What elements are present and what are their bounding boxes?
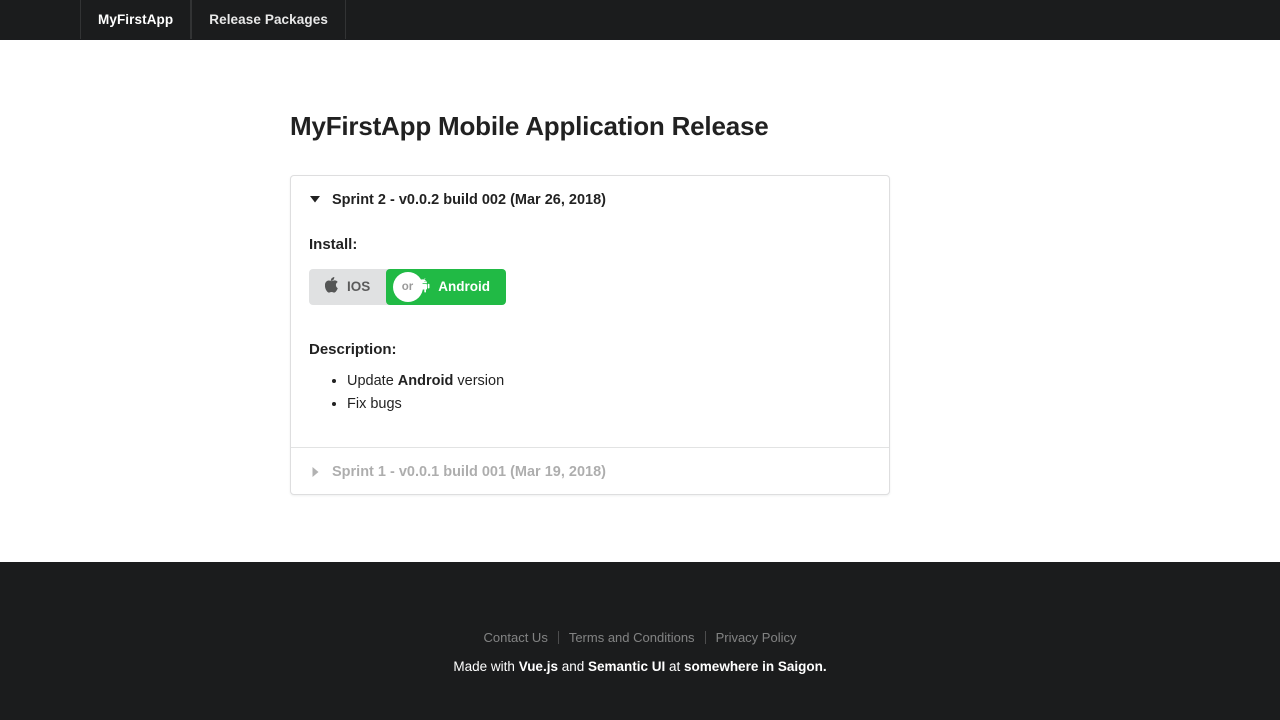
caret-down-icon — [309, 196, 321, 203]
ios-download-button-label: IOS — [347, 278, 371, 294]
nav-item-release-packages-label: Release Packages — [209, 12, 328, 27]
list-item-strong: Android — [397, 372, 454, 389]
footer-credit-mid: and — [557, 659, 588, 674]
accordion-section-sprint-2: Sprint 2 - v0.0.2 build 002 (Mar 26, 201… — [291, 176, 889, 448]
android-download-button[interactable]: Android — [386, 268, 507, 305]
description-list: Update Android version Fix bugs — [309, 370, 871, 418]
or-button-group: IOS Android or — [309, 268, 507, 305]
apple-icon — [324, 277, 339, 296]
footer-credit-mid2: at — [665, 659, 685, 674]
footer-link-contact-us[interactable]: Contact Us — [484, 630, 558, 645]
accordion-title-sprint-2[interactable]: Sprint 2 - v0.0.2 build 002 (Mar 26, 201… — [291, 176, 889, 222]
install-button-row: IOS Android or — [309, 268, 871, 305]
android-icon — [416, 277, 430, 296]
accordion-content-sprint-2: Install: IOS Android or Description: • U… — [291, 236, 889, 448]
footer-credit-prefix: Made with — [453, 659, 519, 674]
content-container: MyFirstApp Mobile Application Release Sp… — [290, 110, 890, 496]
page-footer: Contact Us Terms and Conditions Privacy … — [0, 562, 1280, 720]
footer-credit-tech-semantic: Semantic UI — [588, 659, 666, 674]
list-item-pre: Fix bugs — [347, 396, 402, 413]
accordion-title-sprint-2-label: Sprint 2 - v0.0.2 build 002 (Mar 26, 201… — [332, 191, 606, 208]
footer-credit: Made with Vue.js and Semantic UI at some… — [453, 659, 826, 674]
footer-link-privacy-policy[interactable]: Privacy Policy — [706, 630, 797, 645]
install-label: Install: — [309, 235, 358, 253]
footer-credit-tech-vue: Vue.js — [518, 659, 558, 674]
page-title: MyFirstApp Mobile Application Release — [290, 111, 769, 141]
android-download-button-label: Android — [438, 278, 491, 294]
accordion-section-sprint-1: Sprint 1 - v0.0.1 build 001 (Mar 19, 201… — [291, 447, 889, 494]
caret-right-icon — [309, 467, 321, 478]
footer-link-terms-and-conditions[interactable]: Terms and Conditions — [559, 630, 705, 645]
list-item-post: version — [453, 372, 505, 389]
description-label: Description: — [309, 340, 397, 358]
list-item-pre: Update — [347, 372, 398, 389]
footer-credit-place: somewhere in Saigon. — [684, 659, 827, 674]
list-item: Fix bugs — [347, 393, 871, 417]
accordion-title-sprint-1[interactable]: Sprint 1 - v0.0.1 build 001 (Mar 19, 201… — [291, 448, 889, 494]
accordion-title-sprint-1-label: Sprint 1 - v0.0.1 build 001 (Mar 19, 201… — [332, 464, 606, 481]
nav-item-release-packages[interactable]: Release Packages — [191, 0, 346, 39]
page-body: MyFirstApp Mobile Application Release Sp… — [0, 40, 1280, 562]
footer-links: Contact Us Terms and Conditions Privacy … — [484, 630, 797, 645]
release-accordion: Sprint 2 - v0.0.2 build 002 (Mar 26, 201… — [290, 174, 890, 496]
top-navbar: MyFirstApp Release Packages — [0, 0, 1280, 40]
list-item: Update Android version — [347, 370, 871, 394]
nav-item-myfirstapp-label: MyFirstApp — [98, 12, 174, 27]
nav-item-myfirstapp[interactable]: MyFirstApp — [80, 0, 192, 39]
